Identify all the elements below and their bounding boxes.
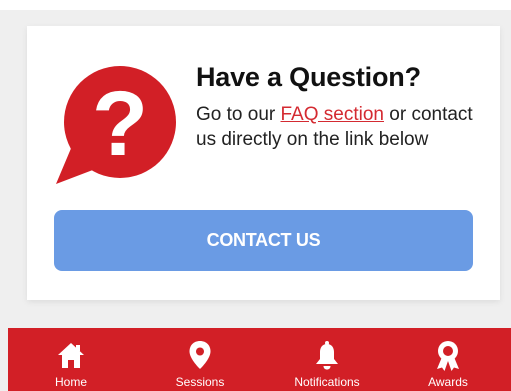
app-screen: ? Have a Question? Go to our FAQ section… <box>0 0 511 391</box>
nav-item-awards[interactable]: Awards <box>393 328 503 391</box>
nav-item-notifications[interactable]: Notifications <box>272 328 382 391</box>
nav-label-sessions: Sessions <box>175 375 225 389</box>
nav-item-home[interactable]: Home <box>16 328 126 391</box>
card-title: Have a Question? <box>196 62 421 92</box>
nav-label-home: Home <box>54 375 87 389</box>
nav-item-sessions[interactable]: Sessions <box>145 328 255 391</box>
contact-us-button[interactable]: CONTACT US <box>54 210 473 271</box>
top-strip <box>0 0 511 10</box>
nav-label-notifications: Notifications <box>294 375 360 389</box>
question-bubble-icon: ? <box>56 66 176 184</box>
body-prefix: Go to our <box>196 104 281 125</box>
faq-link[interactable]: FAQ section <box>281 104 385 125</box>
home-icon <box>58 343 84 368</box>
map-pin-icon <box>189 341 211 369</box>
bottom-nav: Home Sessions Notifications Awards <box>8 328 511 391</box>
nav-label-awards: Awards <box>428 375 468 389</box>
bell-icon <box>316 341 338 370</box>
card-body: Go to our FAQ section or contact us dire… <box>196 102 486 152</box>
award-icon <box>437 341 459 371</box>
svg-text:?: ? <box>92 73 148 175</box>
